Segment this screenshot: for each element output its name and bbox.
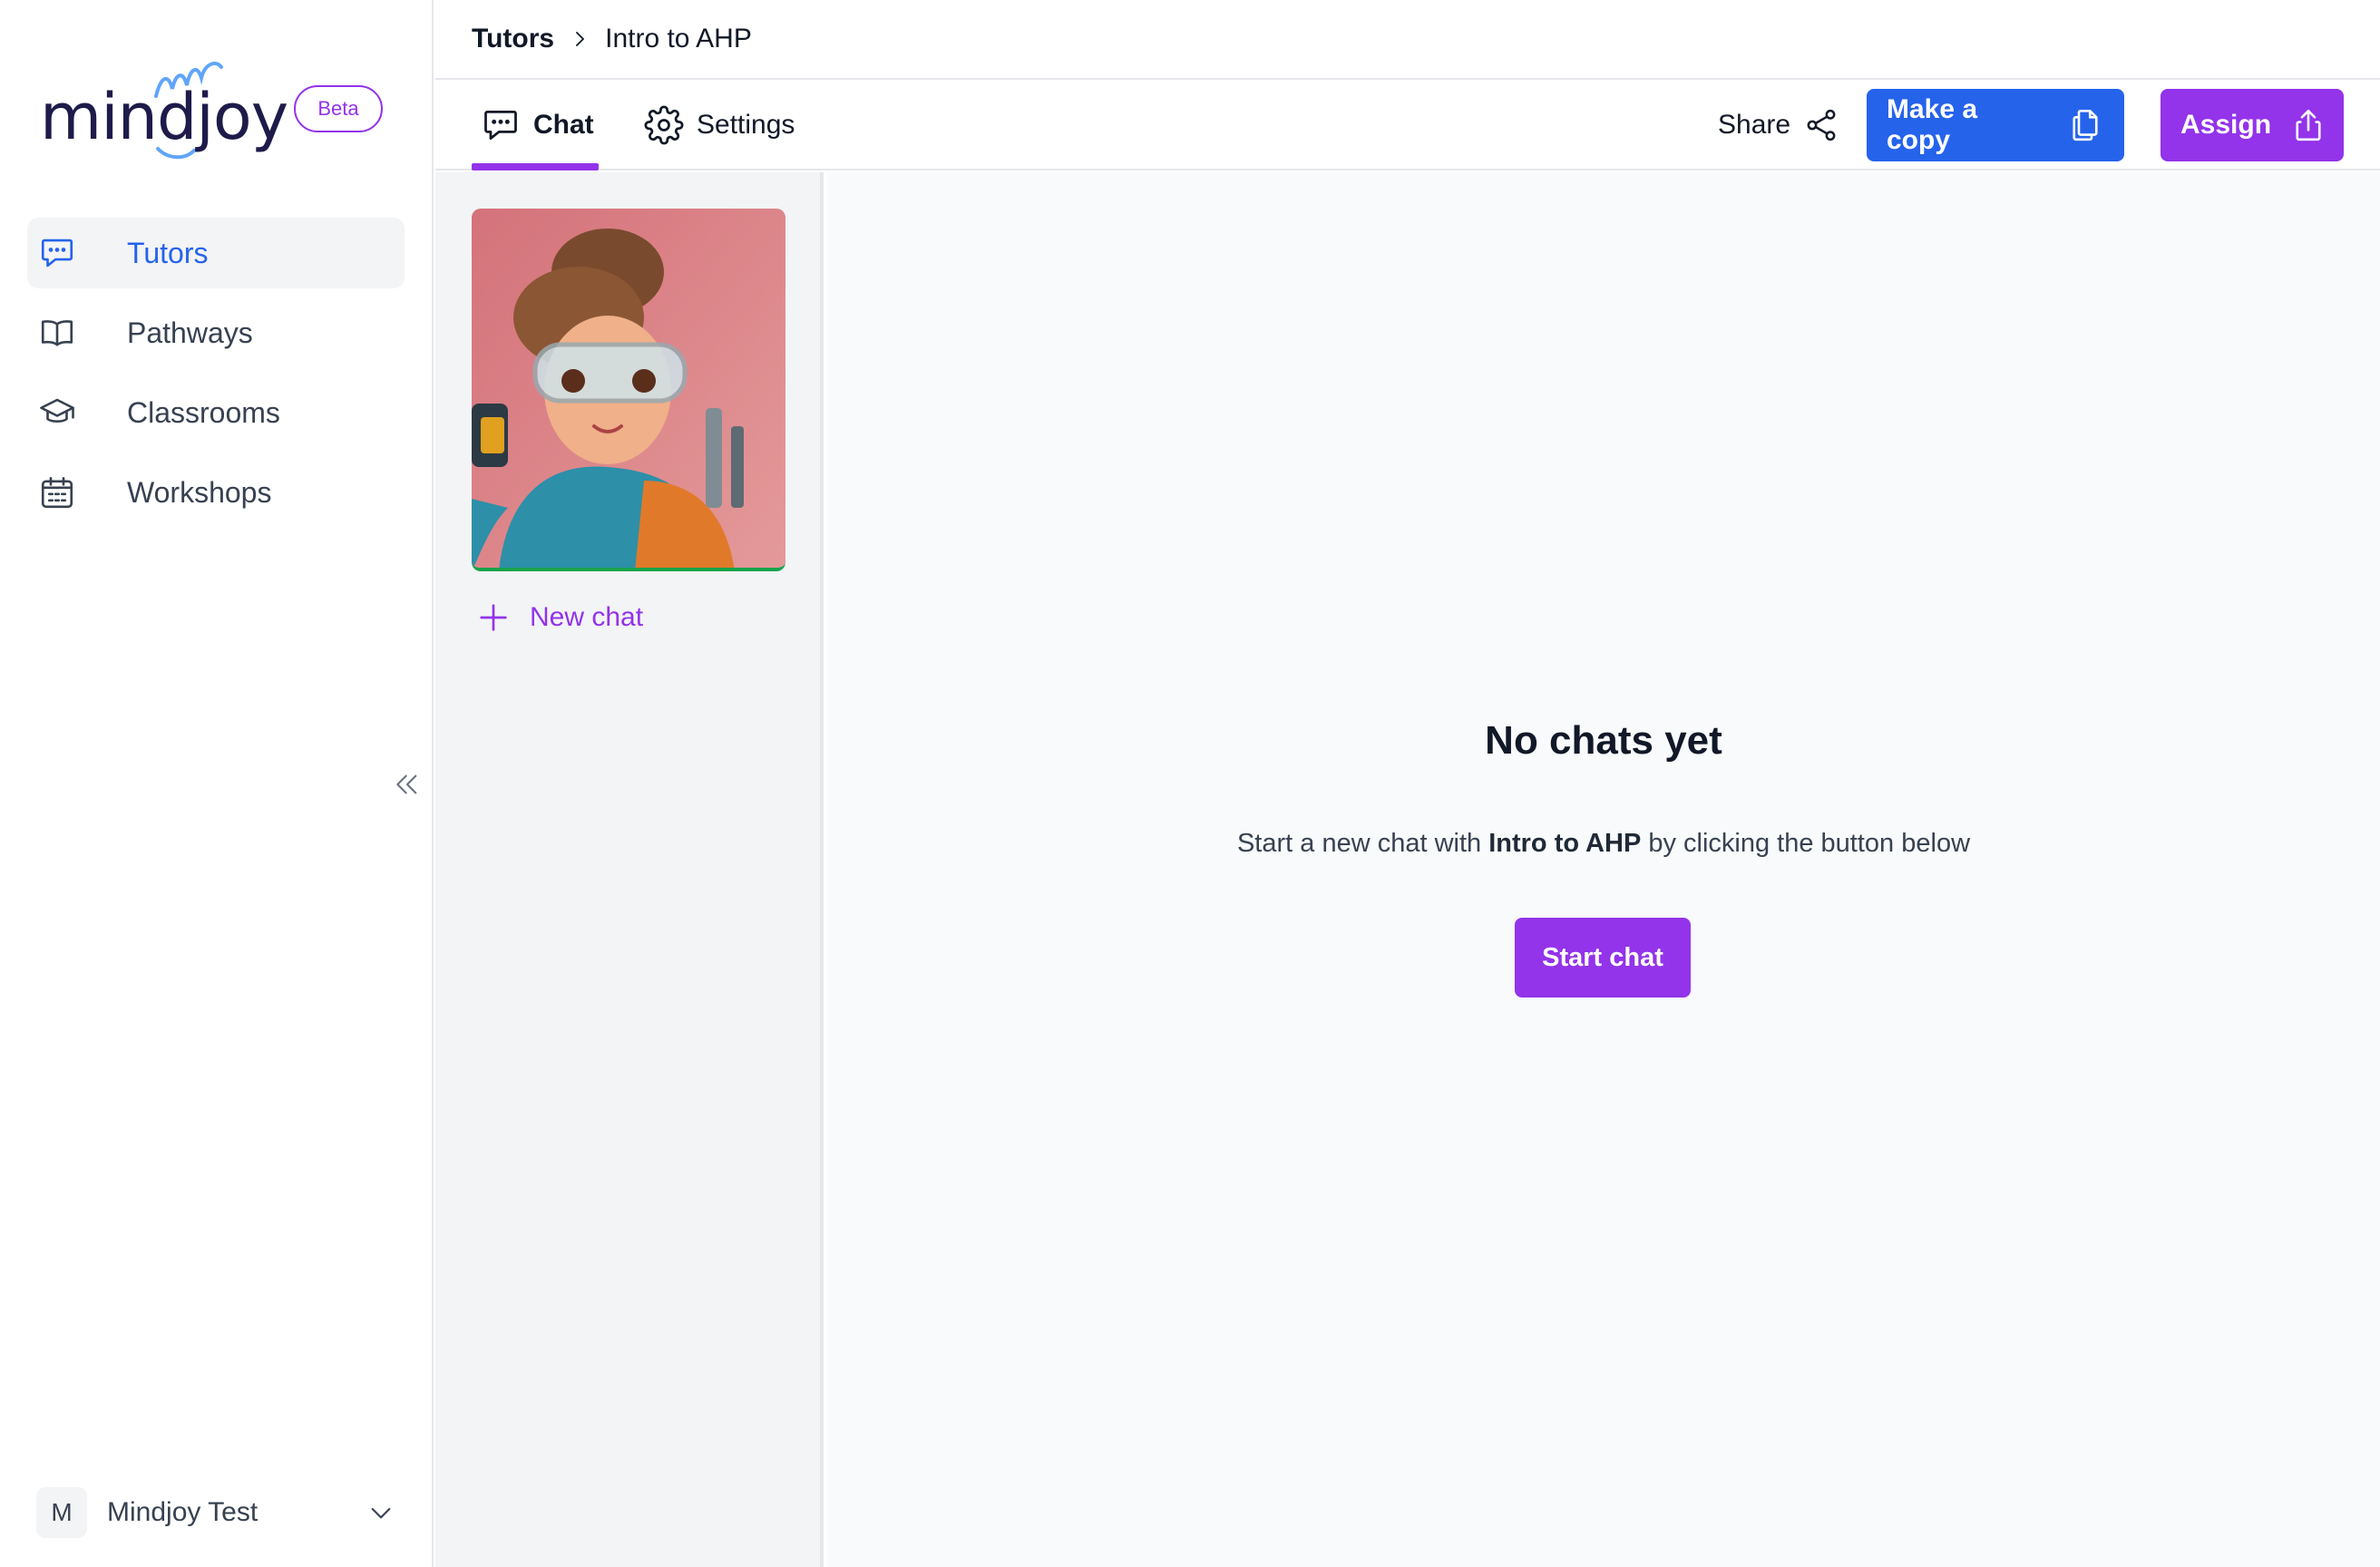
make-a-copy-button[interactable]: Make a copy [1867,89,2124,161]
chat-bubble-icon [36,232,78,274]
sidebar-item-label: Tutors [127,236,209,269]
empty-state-suffix: by clicking the button below [1641,829,1971,858]
chat-list-panel: New chat [435,172,824,1567]
new-chat-button[interactable]: New chat [475,595,643,640]
tab-label: Chat [533,110,594,140]
gear-icon [644,105,684,145]
empty-state-tutor-name: Intro to AHP [1488,829,1642,858]
sidebar-item-tutors[interactable]: Tutors [27,218,405,288]
user-menu[interactable]: M Mindjoy Test [36,1487,399,1538]
tab-bar: Chat Settings Share Make a copy Assign [435,82,2380,170]
chevron-down-icon[interactable] [363,1494,399,1531]
breadcrumb-current: Intro to AHP [605,24,752,54]
make-a-copy-label: Make a copy [1887,94,1978,155]
new-chat-label: New chat [530,602,644,632]
beta-badge: Beta [294,85,383,132]
sidebar-item-label: Classrooms [127,395,280,429]
share-icon [1803,107,1839,143]
start-chat-button[interactable]: Start chat [1515,918,1691,998]
sidebar-nav: Tutors Pathways Classrooms Workshops [27,218,405,537]
calendar-icon [36,472,78,513]
avatar: M [36,1487,87,1538]
graduation-cap-icon [36,392,78,433]
tutor-avatar-image[interactable] [472,209,785,571]
collapse-sidebar-button[interactable] [390,767,424,802]
user-name: Mindjoy Test [107,1497,258,1527]
sidebar: mindjoy Beta Tutors Pathways Classrooms … [0,0,434,1567]
share-button[interactable]: Share [1718,100,1839,151]
plus-icon [475,599,512,636]
tab-label: Settings [697,110,795,140]
sidebar-item-pathways[interactable]: Pathways [27,297,405,368]
chat-bubble-icon [481,105,521,145]
assign-button[interactable]: Assign [2161,89,2344,161]
chat-main-area: No chats yet Start a new chat with Intro… [827,172,2380,1567]
chevron-right-icon [569,28,590,50]
empty-state-prefix: Start a new chat with [1236,829,1489,858]
empty-state-title: No chats yet [1485,718,1722,763]
logo-wordmark: mindjoy [40,80,288,154]
sidebar-item-label: Pathways [127,316,253,349]
app-root: mindjoy Beta Tutors Pathways Classrooms … [0,0,2380,1567]
sidebar-item-classrooms[interactable]: Classrooms [27,377,405,448]
assign-label: Assign [2180,110,2272,140]
book-icon [36,312,78,354]
share-label: Share [1718,110,1791,140]
upload-share-icon [2289,106,2327,144]
sidebar-item-workshops[interactable]: Workshops [27,457,405,528]
breadcrumb-tutors-link[interactable]: Tutors [472,24,554,54]
sidebar-item-label: Workshops [127,475,272,509]
tab-chat[interactable]: Chat [472,82,599,170]
double-chevron-left-icon [396,774,417,794]
copy-icon [2066,106,2104,144]
mindjoy-logo[interactable]: mindjoy [40,54,288,163]
tab-settings[interactable]: Settings [644,82,795,169]
empty-state-subtitle: Start a new chat with Intro to AHP by cl… [827,829,2380,859]
breadcrumb: Tutors Intro to AHP [435,0,2380,80]
